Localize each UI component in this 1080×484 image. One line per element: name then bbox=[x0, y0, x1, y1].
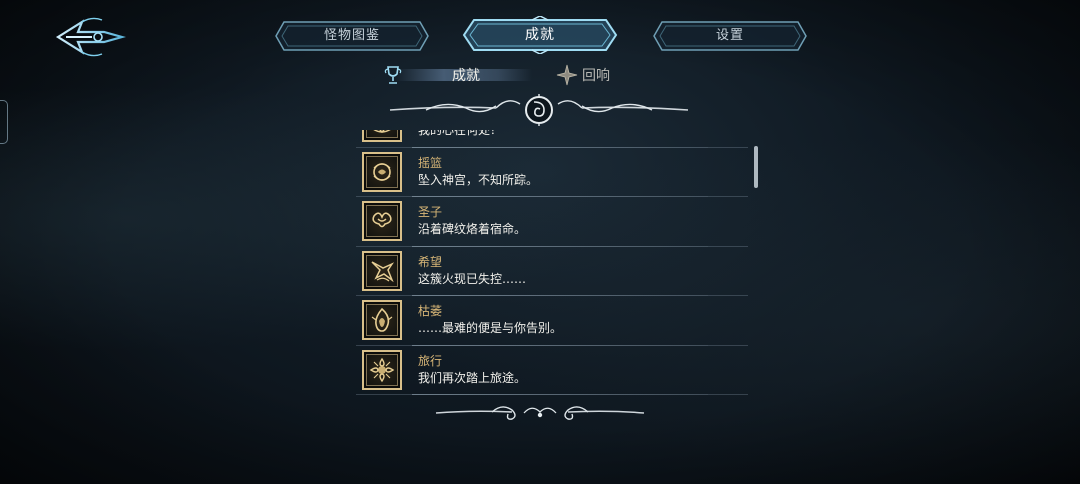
list-item[interactable]: 归宿 我的心在何处？ bbox=[356, 130, 748, 148]
achievement-list[interactable]: 归宿 我的心在何处？ 摇篮 坠入神宫，不知所踪。 bbox=[356, 130, 758, 400]
achievement-badge bbox=[362, 130, 402, 143]
achievement-desc: ……最难的便是与你告别。 bbox=[418, 321, 563, 336]
tab-settings[interactable]: 设置 bbox=[652, 20, 808, 52]
achievement-name: 旅行 bbox=[418, 353, 443, 368]
flower-badge-icon bbox=[369, 357, 395, 383]
achievement-name: 摇篮 bbox=[418, 155, 443, 170]
achievement-name: 希望 bbox=[418, 254, 443, 269]
ornament-divider-bottom bbox=[435, 406, 645, 420]
ornament-divider-top bbox=[389, 94, 689, 126]
back-button[interactable] bbox=[52, 14, 127, 60]
achievement-badge bbox=[362, 300, 402, 341]
tab-achievements[interactable]: 成就 bbox=[462, 16, 618, 54]
side-panel-handle[interactable] bbox=[0, 100, 8, 144]
tab-monster-compendium[interactable]: 怪物图鉴 bbox=[274, 20, 430, 52]
list-item[interactable]: 圣子 沿着碑纹烙着宿命。 bbox=[356, 197, 748, 247]
list-item[interactable]: 枯萎 ……最难的便是与你告别。 bbox=[356, 296, 748, 346]
achievement-desc: 这簇火现已失控…… bbox=[418, 271, 527, 286]
subtab-echo-label: 回响 bbox=[582, 68, 610, 84]
list-item[interactable]: 旅行 我们再次踏上旅途。 bbox=[356, 346, 748, 395]
list-item[interactable]: 摇篮 坠入神宫，不知所踪。 bbox=[356, 148, 748, 197]
back-arrow-icon bbox=[55, 17, 127, 57]
list-item[interactable]: 希望 这簇火现已失控…… bbox=[356, 247, 748, 296]
trophy-icon bbox=[384, 66, 402, 84]
achievement-badge bbox=[362, 151, 402, 192]
achievement-name: 枯萎 bbox=[418, 304, 443, 319]
achievement-desc: 坠入神宫，不知所踪。 bbox=[418, 172, 539, 187]
achievement-name: 圣子 bbox=[418, 205, 443, 220]
achievement-badge bbox=[362, 250, 402, 291]
star-sparkle-icon bbox=[556, 64, 578, 86]
tab-achievements-label: 成就 bbox=[525, 27, 555, 43]
subtab-echo[interactable]: 回响 bbox=[556, 62, 676, 88]
achievement-desc: 我的心在何处？ bbox=[418, 130, 503, 138]
cradle-badge-icon bbox=[373, 162, 391, 181]
subtab-achievements-label: 成就 bbox=[452, 68, 480, 84]
bird-badge-icon bbox=[371, 261, 395, 282]
achievement-desc: 沿着碑纹烙着宿命。 bbox=[418, 222, 527, 237]
withered-flame-badge-icon bbox=[371, 308, 393, 333]
tab-settings-label: 设置 bbox=[715, 28, 744, 43]
tab-monster-label: 怪物图鉴 bbox=[323, 28, 380, 43]
subtab-achievements[interactable]: 成就 bbox=[382, 62, 532, 88]
list-scrollbar[interactable] bbox=[754, 146, 758, 188]
knot-badge-icon bbox=[372, 212, 392, 228]
achievement-badge bbox=[362, 201, 402, 242]
achievement-desc: 我们再次踏上旅途。 bbox=[418, 370, 527, 385]
flame-badge-icon bbox=[372, 130, 392, 134]
achievement-badge bbox=[362, 349, 402, 390]
